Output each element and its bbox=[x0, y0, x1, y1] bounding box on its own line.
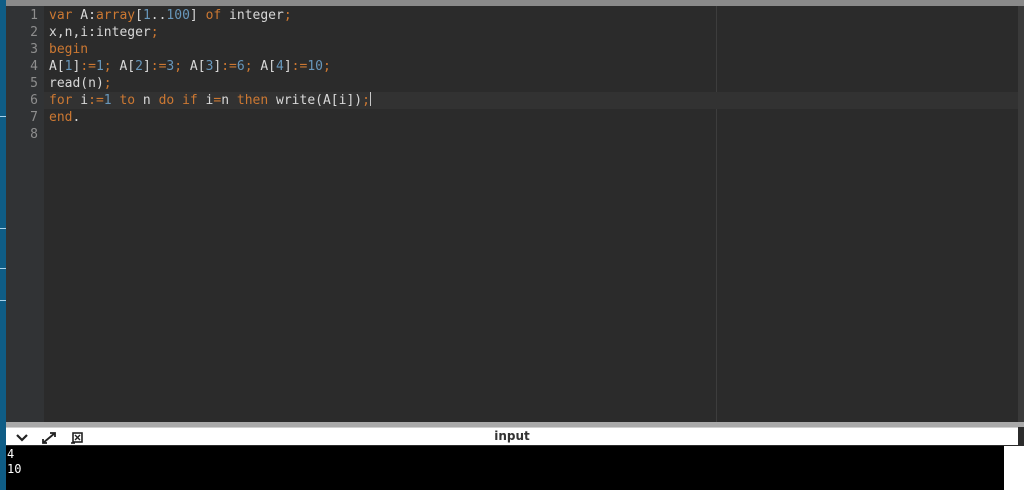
code-token: 100 bbox=[166, 8, 190, 23]
code-token: A: bbox=[72, 8, 96, 23]
code-token: ] bbox=[189, 8, 206, 23]
code-token: do bbox=[158, 93, 175, 108]
code-token: ] bbox=[142, 59, 151, 74]
input-line: 10 bbox=[7, 462, 22, 476]
code-token: ; bbox=[174, 59, 183, 74]
line-number: 1 bbox=[30, 8, 38, 23]
code-token: n bbox=[221, 93, 237, 108]
editor-scrollbar[interactable] bbox=[1018, 6, 1024, 422]
input-panel-header: input bbox=[6, 427, 1018, 445]
input-line: 4 bbox=[7, 447, 15, 461]
code-token: for bbox=[49, 93, 73, 108]
code-line[interactable]: for i:=1 to n do if i=n then write(A[i])… bbox=[49, 92, 371, 109]
code-token: ; bbox=[322, 59, 331, 74]
code-token: i bbox=[72, 93, 89, 108]
print-margin bbox=[716, 6, 717, 422]
code-token: end bbox=[49, 110, 73, 125]
code-editor[interactable]: 1 2 3 4 5 6 7 8 var A:array[1..100] of integer;… bbox=[6, 6, 1018, 422]
line-number: 5 bbox=[30, 76, 38, 91]
code-token: ] bbox=[283, 59, 292, 74]
code-token: ; bbox=[103, 76, 112, 91]
code-token: read(n) bbox=[49, 76, 104, 91]
code-token: .. bbox=[150, 8, 167, 23]
code-token: := bbox=[80, 59, 96, 74]
code-token: A[ bbox=[252, 59, 277, 74]
code-text-area[interactable]: var A:array[1..100] of integer; x,n,i:int… bbox=[44, 6, 1018, 422]
code-token: then bbox=[236, 93, 269, 108]
code-token: A[ bbox=[182, 59, 206, 74]
code-token: 1 bbox=[142, 8, 151, 23]
code-token: := bbox=[221, 59, 237, 74]
line-number: 7 bbox=[30, 110, 38, 125]
code-token: := bbox=[291, 59, 308, 74]
code-token: 4 bbox=[276, 59, 284, 74]
code-line[interactable]: end. bbox=[49, 109, 80, 126]
code-token: write(A[i]) bbox=[268, 93, 363, 108]
line-number: 8 bbox=[30, 127, 38, 142]
code-token: 10 bbox=[307, 59, 323, 74]
code-token: ; bbox=[150, 25, 159, 40]
line-number-gutter: 1 2 3 4 5 6 7 8 bbox=[6, 6, 44, 422]
code-token: if bbox=[182, 93, 198, 108]
panel-title: input bbox=[494, 429, 530, 443]
code-token: 1 bbox=[95, 59, 104, 74]
line-number: 2 bbox=[30, 25, 38, 40]
code-token: := bbox=[150, 59, 167, 74]
code-token: ; bbox=[244, 59, 253, 74]
code-line[interactable]: read(n); bbox=[49, 75, 112, 92]
line-number: 3 bbox=[30, 42, 38, 57]
code-token: i bbox=[197, 93, 214, 108]
code-token: to bbox=[119, 93, 136, 108]
code-token: var bbox=[49, 8, 73, 23]
code-token: ; bbox=[283, 8, 292, 23]
code-token: of bbox=[205, 8, 222, 23]
input-side-margin bbox=[1004, 446, 1024, 490]
code-line[interactable]: begin bbox=[49, 41, 88, 58]
line-number: 4 bbox=[30, 59, 38, 74]
code-token: x,n,i:integer bbox=[49, 25, 151, 40]
code-token: := bbox=[88, 93, 104, 108]
code-line[interactable]: A[1]:=1; A[2]:=3; A[3]:=6; A[4]:=10; bbox=[49, 58, 331, 75]
code-token: ; bbox=[103, 59, 112, 74]
line-number: 6 bbox=[30, 93, 38, 108]
code-token: 1 bbox=[103, 93, 112, 108]
code-token: begin bbox=[49, 42, 89, 57]
code-token: 2 bbox=[135, 59, 143, 74]
code-token: [ bbox=[135, 8, 143, 23]
code-token: . bbox=[72, 110, 81, 125]
code-line[interactable]: var A:array[1..100] of integer; bbox=[49, 7, 292, 24]
code-token: A[ bbox=[111, 59, 136, 74]
code-token: n bbox=[135, 93, 159, 108]
code-token: ; bbox=[362, 93, 370, 108]
code-token: array bbox=[95, 8, 136, 23]
text-cursor bbox=[369, 92, 371, 106]
code-token: A[ bbox=[49, 59, 65, 74]
code-token: 6 bbox=[236, 59, 245, 74]
input-textarea[interactable]: 4 10 bbox=[6, 446, 1004, 490]
code-line[interactable]: x,n,i:integer; bbox=[49, 24, 159, 41]
code-token: integer bbox=[221, 8, 284, 23]
